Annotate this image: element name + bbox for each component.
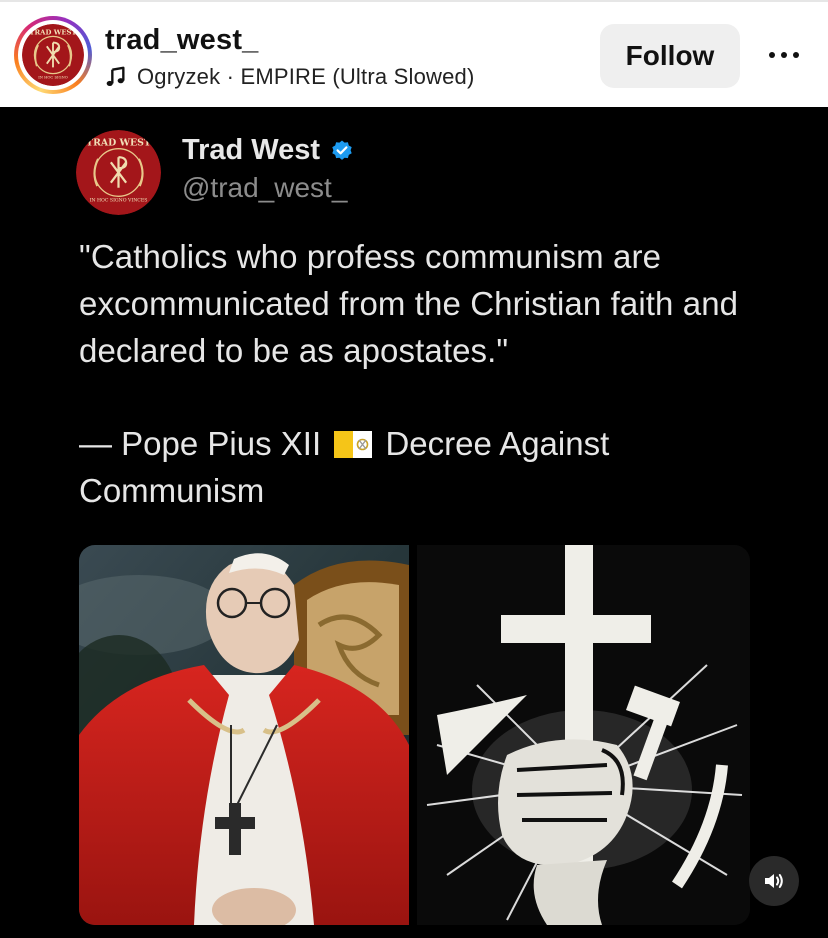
music-note-icon	[106, 66, 125, 86]
audio-track-label: Ogryzek · EMPIRE (Ultra Slowed)	[137, 64, 475, 89]
pope-portrait-image	[79, 545, 409, 925]
trad-west-logo: TRAD WEST IN HOC SIGNO VINCES	[76, 130, 161, 215]
tweet-quote: "Catholics who profess communism are exc…	[79, 238, 739, 369]
profile-avatar[interactable]: TRAD WEST IN HOC SIGNO	[14, 16, 92, 94]
vatican-flag-icon	[334, 431, 373, 458]
tweet-attribution: — Pope Pius XII Decree Against Communism	[79, 425, 610, 509]
sound-on-icon	[765, 874, 783, 888]
post-username[interactable]: trad_west_	[105, 24, 259, 57]
cross-hammer-illustration	[417, 545, 750, 925]
audio-track[interactable]: Ogryzek · EMPIRE (Ultra Slowed)	[105, 62, 475, 92]
logo-bottom-text: IN HOC SIGNO VINCES	[90, 197, 148, 203]
verified-badge-icon	[332, 140, 352, 160]
tweet-handle: @trad_west_	[182, 172, 348, 203]
follow-button[interactable]: Follow	[600, 24, 740, 88]
trad-west-logo: TRAD WEST IN HOC SIGNO	[22, 24, 84, 86]
svg-text:TRAD WEST: TRAD WEST	[29, 29, 76, 37]
tweet-avatar: TRAD WEST IN HOC SIGNO VINCES	[76, 130, 161, 215]
sound-toggle-button[interactable]	[749, 856, 799, 906]
post-media[interactable]: TRAD WEST IN HOC SIGNO VINCES Trad West …	[0, 107, 828, 938]
logo-top-text: TRAD WEST	[86, 137, 151, 148]
tweet-display-name: Trad West	[182, 134, 354, 167]
svg-text:IN HOC SIGNO: IN HOC SIGNO	[38, 76, 68, 80]
post-header: TRAD WEST IN HOC SIGNO trad_west_ Ogryze…	[0, 2, 828, 107]
more-options-icon[interactable]	[760, 40, 808, 70]
